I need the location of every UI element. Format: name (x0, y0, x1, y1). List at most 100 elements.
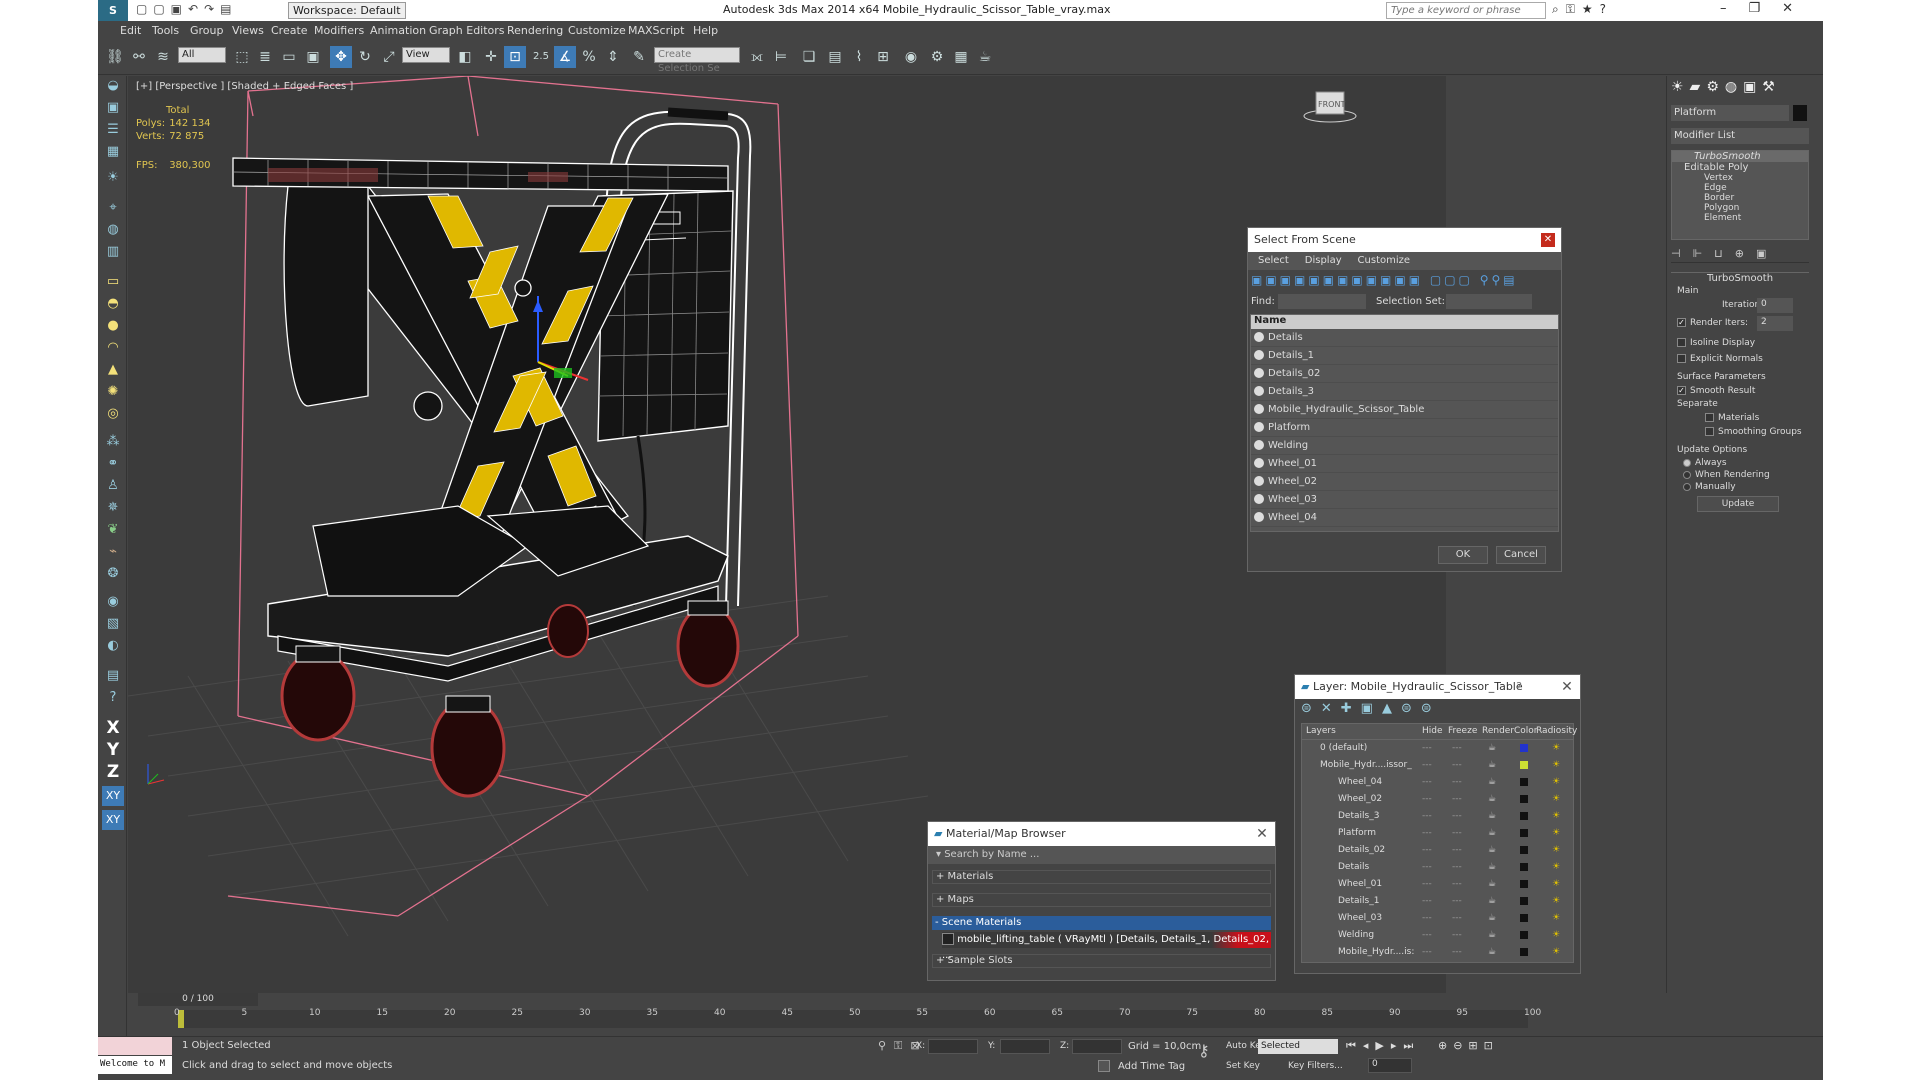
ok-button[interactable]: OK (1438, 546, 1488, 564)
cone-icon[interactable]: ▲ (102, 360, 124, 380)
scene-material-item[interactable]: mobile_lifting_table ( VRayMtl ) [Detail… (942, 932, 1271, 961)
material-sphere-icon[interactable]: ◐ (102, 636, 124, 656)
iterations-spinner[interactable]: 0 (1757, 298, 1793, 313)
list-item[interactable]: Platform (1251, 419, 1558, 437)
hide-toggle[interactable]: --- (1422, 808, 1432, 825)
current-frame-input[interactable]: 0 (1368, 1058, 1412, 1073)
render-icon[interactable]: ▧ (102, 614, 124, 634)
edit-named-sel-icon[interactable]: ✎ (628, 46, 650, 68)
film-icon[interactable]: ▥ (102, 242, 124, 262)
window-controls[interactable]: –❐✕ (1720, 1, 1815, 16)
freeze-toggle[interactable]: --- (1452, 757, 1462, 774)
script-listener-output[interactable]: Welcome to M (98, 1056, 172, 1074)
menu-customize[interactable]: Customize (1358, 255, 1411, 266)
box-icon[interactable]: ▭ (102, 272, 124, 292)
save-icon[interactable]: ▤ (102, 666, 124, 686)
select-object-icon[interactable]: ⬚ (231, 46, 253, 68)
graphite-toggle-icon[interactable]: ▤ (824, 46, 846, 68)
render-production-icon[interactable]: ☕ (974, 46, 996, 68)
material-editor-icon[interactable]: ◉ (900, 46, 922, 68)
freeze-toggle[interactable]: --- (1452, 791, 1462, 808)
col-render[interactable]: Render (1482, 726, 1514, 736)
rollout-turbosmooth[interactable]: TurboSmooth (1671, 272, 1809, 286)
menu-animation[interactable]: Animation (370, 24, 426, 37)
select-scale-icon[interactable]: ⤢ (378, 46, 400, 68)
playback-controls[interactable]: ⏮◂▶▸⏭ (1346, 1039, 1420, 1053)
stack-element[interactable]: Element (1672, 213, 1808, 223)
menu-group[interactable]: Group (190, 24, 224, 37)
layer-row[interactable]: Wheel_01 --- --- ☕ ☀ (1302, 876, 1573, 893)
render-teapot-icon[interactable]: ☕ (1488, 859, 1496, 876)
explicit-normals-checkbox[interactable]: Explicit Normals (1677, 354, 1763, 364)
menu-modifiers[interactable]: Modifiers (314, 24, 364, 37)
list-item[interactable]: Details (1251, 329, 1558, 347)
window-crossing-icon[interactable]: ▣ (302, 46, 324, 68)
section-sample-slots[interactable]: + Sample Slots (932, 954, 1271, 968)
align-icon[interactable]: ⊨ (770, 46, 792, 68)
col-freeze[interactable]: Freeze (1448, 726, 1477, 736)
list-item[interactable]: Details_3 (1251, 383, 1558, 401)
freeze-toggle[interactable]: --- (1452, 944, 1462, 961)
section-maps[interactable]: + Maps (932, 893, 1271, 907)
menu-customize[interactable]: Customize (568, 24, 626, 37)
material-search-input[interactable]: ▾ Search by Name ... (928, 846, 1275, 864)
radiosity-icon[interactable]: ☀ (1552, 944, 1560, 961)
search-input[interactable]: Type a keyword or phrase (1386, 2, 1546, 19)
render-teapot-icon[interactable]: ☕ (1488, 842, 1496, 859)
layer-color-swatch[interactable] (1520, 863, 1528, 871)
set-key-button[interactable]: Set Key (1226, 1061, 1260, 1071)
layer-row[interactable]: Details_1 --- --- ☕ ☀ (1302, 893, 1573, 910)
object-name-field[interactable]: Platform (1671, 105, 1789, 121)
col-radiosity[interactable]: Radiosity (1536, 726, 1577, 736)
foliage-icon[interactable]: ❦ (102, 520, 124, 540)
select-by-name-icon[interactable]: ≣ (254, 46, 276, 68)
x-coordinate-input[interactable] (928, 1039, 978, 1054)
grid-icon[interactable]: ▦ (102, 142, 124, 162)
hide-toggle[interactable]: --- (1422, 927, 1432, 944)
layer-color-swatch[interactable] (1520, 744, 1528, 752)
render-iters-checkbox[interactable]: ✓ Render Iters: (1677, 318, 1748, 328)
key-filters-button[interactable]: Key Filters... (1288, 1061, 1343, 1071)
person-icon[interactable]: ♙ (102, 476, 124, 496)
axis-y-icon[interactable]: Y (102, 740, 124, 760)
key-mode-dropdown[interactable]: Selected (1258, 1039, 1338, 1054)
menu-graph-editors[interactable]: Graph Editors (429, 24, 505, 37)
list-item[interactable]: Details_1 (1251, 347, 1558, 365)
col-layers[interactable]: Layers (1306, 726, 1336, 736)
hide-toggle[interactable]: --- (1422, 893, 1432, 910)
help-icon[interactable]: ? (102, 688, 124, 708)
col-hide[interactable]: Hide (1422, 726, 1443, 736)
radiosity-icon[interactable]: ☀ (1552, 740, 1560, 757)
menu-display[interactable]: Display (1305, 255, 1342, 266)
sun-icon[interactable]: ✺ (102, 382, 124, 402)
help-icon[interactable]: ? (1516, 675, 1522, 699)
globe-icon[interactable]: ◉ (102, 592, 124, 612)
radiosity-icon[interactable]: ☀ (1552, 808, 1560, 825)
hide-toggle[interactable]: --- (1422, 791, 1432, 808)
camera-icon[interactable]: ⌖ (102, 198, 124, 218)
viewport-label[interactable]: [+] [Perspective ] [Shaded + Edged Faces… (136, 81, 353, 92)
render-teapot-icon[interactable]: ☕ (1488, 876, 1496, 893)
layer-row[interactable]: Wheel_02 --- --- ☕ ☀ (1302, 791, 1573, 808)
freeze-toggle[interactable]: --- (1452, 876, 1462, 893)
hide-toggle[interactable]: --- (1422, 825, 1432, 842)
list-item[interactable]: Mobile_Hydraulic_Scissor_Table (1251, 401, 1558, 419)
materials-checkbox[interactable]: Materials (1705, 413, 1759, 423)
stack-editable-poly[interactable]: Editable Poly (1672, 162, 1808, 173)
layer-color-swatch[interactable] (1520, 931, 1528, 939)
close-icon[interactable]: ✕ (1541, 233, 1555, 247)
key-icon[interactable]: ⚷ (1198, 1041, 1210, 1060)
named-selection-set[interactable]: Create Selection Se (654, 47, 740, 74)
freeze-toggle[interactable]: --- (1452, 842, 1462, 859)
layer-color-swatch[interactable] (1520, 948, 1528, 956)
menu-edit[interactable]: Edit (120, 24, 141, 37)
render-teapot-icon[interactable]: ☕ (1488, 893, 1496, 910)
hair-icon[interactable]: ⌁ (102, 542, 124, 562)
hide-toggle[interactable]: --- (1422, 774, 1432, 791)
layer-toolbar[interactable]: ⊜✕✚▣▲⊜⊜ (1295, 699, 1580, 721)
render-teapot-icon[interactable]: ☕ (1488, 808, 1496, 825)
freeze-toggle[interactable]: --- (1452, 893, 1462, 910)
render-teapot-icon[interactable]: ☕ (1488, 825, 1496, 842)
freeze-toggle[interactable]: --- (1452, 927, 1462, 944)
render-iters-spinner[interactable]: 2 (1757, 316, 1793, 331)
